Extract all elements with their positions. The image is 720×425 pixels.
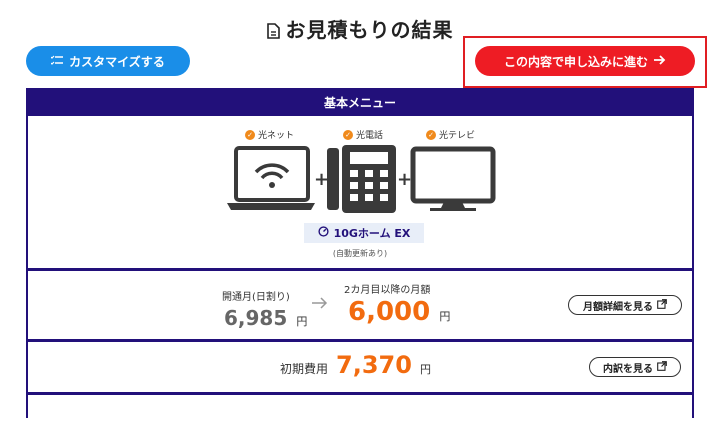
laptop-wifi-icon	[227, 146, 315, 210]
apply-button[interactable]: この内容で申し込みに進む	[475, 46, 695, 76]
currency-label: 円	[439, 310, 451, 323]
from-second-month-label: 2カ月目以降の月額	[344, 285, 431, 296]
document-icon	[266, 20, 280, 44]
page-title-text: お見積もりの結果	[285, 18, 454, 42]
breakdown-button[interactable]: 内訳を見る	[589, 357, 681, 377]
arrow-right-grey-icon	[312, 295, 328, 314]
check-icon: ✓	[245, 129, 255, 140]
monthly-detail-button[interactable]: 月額詳細を見る	[568, 295, 682, 315]
currency-label: 円	[419, 363, 431, 376]
check-icon: ✓	[426, 129, 436, 140]
tv-icon	[410, 146, 496, 211]
from-second-month-price: 6,000 円	[348, 297, 450, 327]
external-link-icon	[657, 298, 667, 312]
initial-cost-label: 初期費用	[280, 362, 329, 376]
breakdown-label: 内訳を見る	[603, 363, 653, 375]
service-label-phone: ✓ 光電話	[343, 128, 383, 141]
external-link-icon	[657, 360, 667, 374]
plan-name: 10Gホーム EX	[333, 227, 411, 240]
next-panel	[28, 395, 692, 425]
initial-cost-row: 初期費用 7,370 円	[280, 351, 431, 379]
first-month-price: 6,985 円	[224, 306, 307, 330]
customize-button-label: カスタマイズする	[69, 54, 165, 69]
monthly-detail-label: 月額詳細を見る	[583, 301, 653, 313]
first-month-label: 開通月(日割り)	[222, 292, 290, 303]
check-icon: ✓	[343, 129, 353, 140]
first-month-amount: 6,985	[224, 306, 288, 330]
speedometer-icon	[317, 226, 329, 240]
monthly-price-panel: 開通月(日割り) 6,985 円 2カ月目以降の月額 6,000 円 月額詳細を…	[28, 271, 692, 339]
customize-button[interactable]: カスタマイズする	[26, 46, 190, 76]
initial-cost-amount: 7,370	[336, 351, 412, 379]
auto-renew-note: (自動更新あり)	[332, 249, 388, 258]
service-label-internet: ✓ 光ネット	[245, 128, 294, 141]
currency-label: 円	[296, 315, 308, 328]
plan-badge: 10Gホーム EX	[304, 223, 424, 243]
apply-button-label: この内容で申し込みに進む	[503, 54, 648, 69]
arrow-right-icon	[654, 54, 666, 68]
estimate-card: 基本メニュー ✓ 光ネット ✓ 光電話 ✓ 光テレビ + + 10Gホーム EX…	[26, 88, 694, 425]
initial-cost-panel: 初期費用 7,370 円 内訳を見る	[28, 342, 692, 392]
phone-icon	[327, 145, 396, 213]
service-label-tv: ✓ 光テレビ	[426, 128, 475, 141]
services-panel: ✓ 光ネット ✓ 光電話 ✓ 光テレビ + + 10Gホーム EX (自動更新あ…	[28, 116, 692, 268]
from-second-month-amount: 6,000	[348, 297, 431, 327]
menu-header: 基本メニュー	[323, 95, 396, 110]
customize-list-icon	[50, 54, 64, 68]
